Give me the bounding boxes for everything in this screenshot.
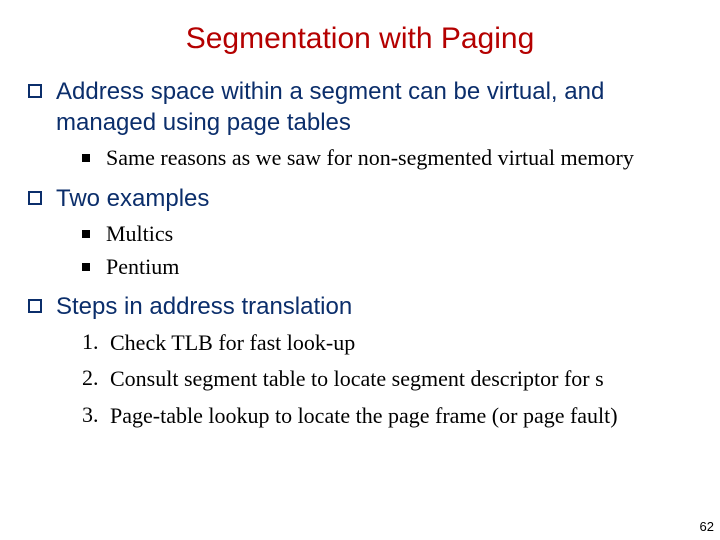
slide: Segmentation with Paging Address space w… xyxy=(0,0,720,540)
bullet-text: Address space within a segment can be vi… xyxy=(56,76,692,138)
slide-title: Segmentation with Paging xyxy=(30,0,690,56)
bullet-item: Address space within a segment can be vi… xyxy=(28,76,692,138)
square-bullet-icon xyxy=(28,299,42,313)
sub-list: Same reasons as we saw for non-segmented… xyxy=(82,144,692,173)
numbered-list: 1. Check TLB for fast look-up 2. Consult… xyxy=(82,329,692,431)
number-marker: 3. xyxy=(82,402,110,428)
square-bullet-icon xyxy=(28,84,42,98)
small-square-bullet-icon xyxy=(82,154,90,162)
square-bullet-icon xyxy=(28,191,42,205)
page-number: 62 xyxy=(700,519,714,534)
slide-body: Address space within a segment can be vi… xyxy=(28,76,692,430)
small-square-bullet-icon xyxy=(82,230,90,238)
sub-bullet-text: Multics xyxy=(106,220,173,249)
number-marker: 1. xyxy=(82,329,110,355)
bullet-text: Steps in address translation xyxy=(56,291,352,322)
numbered-text: Check TLB for fast look-up xyxy=(110,329,355,358)
numbered-item: 2. Consult segment table to locate segme… xyxy=(82,365,692,394)
numbered-item: 3. Page-table lookup to locate the page … xyxy=(82,402,692,431)
small-square-bullet-icon xyxy=(82,263,90,271)
bullet-item: Steps in address translation xyxy=(28,291,692,322)
sub-bullet-item: Pentium xyxy=(82,253,692,282)
bullet-text: Two examples xyxy=(56,183,209,214)
sub-bullet-item: Multics xyxy=(82,220,692,249)
sub-bullet-text: Pentium xyxy=(106,253,179,282)
sub-bullet-text: Same reasons as we saw for non-segmented… xyxy=(106,144,634,173)
number-marker: 2. xyxy=(82,365,110,391)
sub-bullet-item: Same reasons as we saw for non-segmented… xyxy=(82,144,692,173)
numbered-item: 1. Check TLB for fast look-up xyxy=(82,329,692,358)
bullet-item: Two examples xyxy=(28,183,692,214)
numbered-text: Page-table lookup to locate the page fra… xyxy=(110,402,618,431)
sub-list: Multics Pentium xyxy=(82,220,692,281)
numbered-text: Consult segment table to locate segment … xyxy=(110,365,604,394)
